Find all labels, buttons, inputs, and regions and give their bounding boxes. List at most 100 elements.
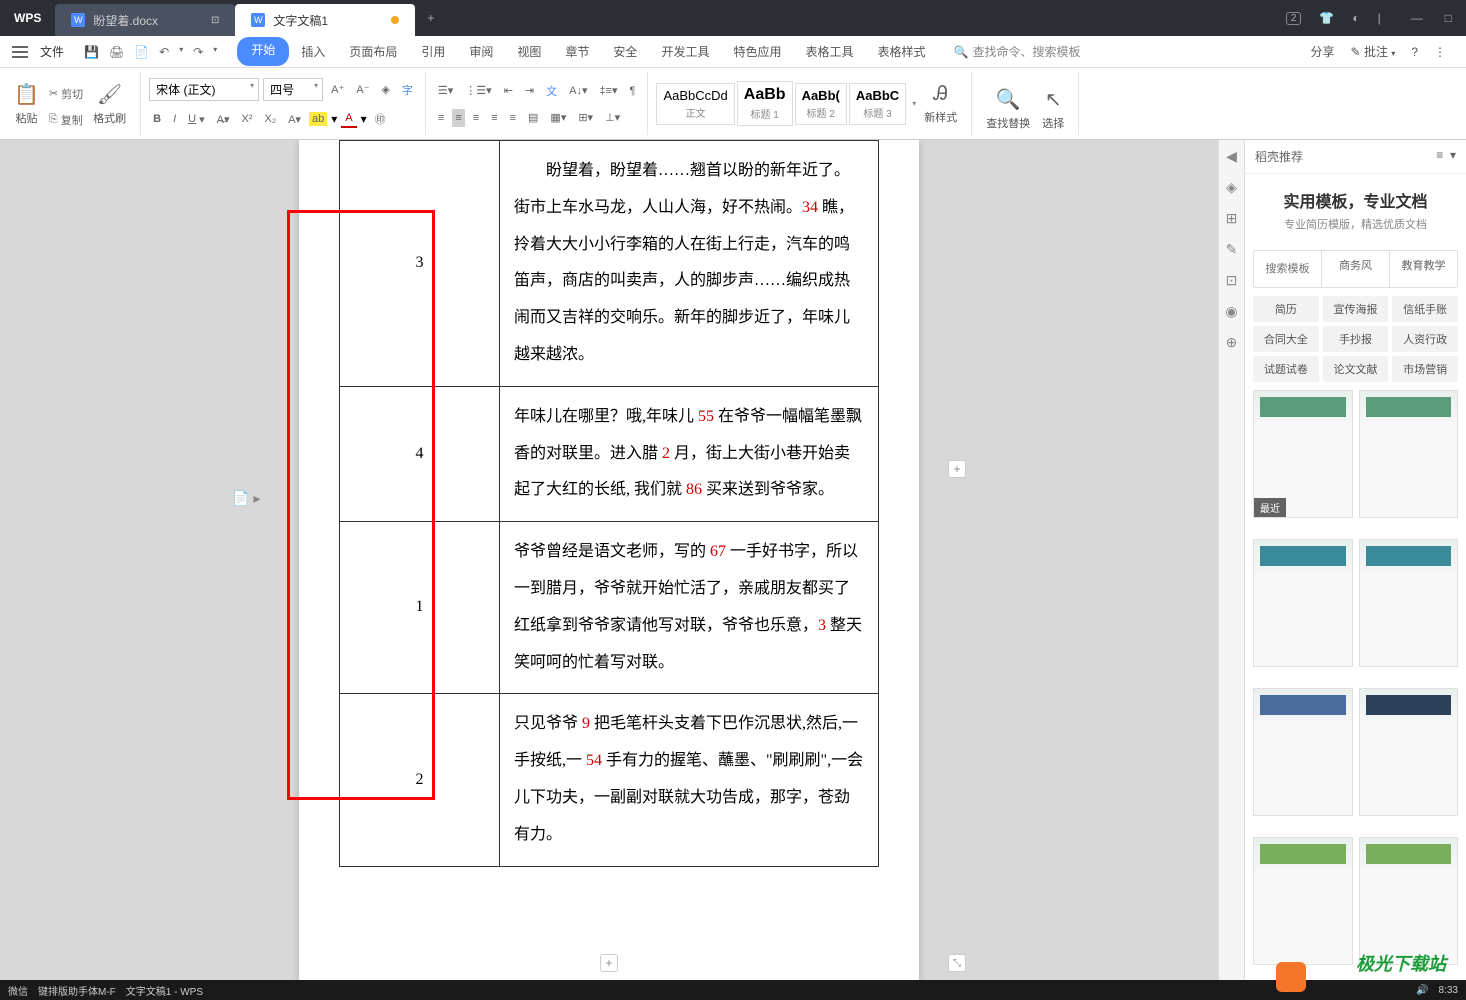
filter-education[interactable]: 教育教学	[1390, 251, 1457, 287]
find-replace-button[interactable]: 🔍查找替换	[980, 72, 1036, 135]
style-heading3[interactable]: AaBbC标题 3	[849, 83, 906, 125]
table-handle-right[interactable]: +	[948, 460, 966, 478]
tag-item[interactable]: 宣传海报	[1323, 296, 1389, 322]
redo-icon[interactable]: ↷	[193, 45, 203, 59]
command-search[interactable]: 🔍 查找命令、搜索模板	[954, 43, 1081, 60]
phonetic-icon[interactable]: 字	[398, 80, 417, 100]
style-heading2[interactable]: AaBb(标题 2	[795, 83, 847, 125]
paste-button[interactable]: 📋 粘贴	[8, 78, 45, 130]
file-menu[interactable]: 文件	[40, 43, 64, 60]
table-resize-handle[interactable]: ⤡	[948, 954, 966, 972]
superscript-icon[interactable]: X²	[237, 111, 256, 127]
template-item[interactable]	[1359, 390, 1459, 518]
panel-menu-icon[interactable]: ≡	[1436, 148, 1443, 162]
tool-icon[interactable]: ⊞	[1226, 210, 1238, 227]
text-effects-icon[interactable]: A▾	[284, 111, 305, 128]
table-cell-num[interactable]: 4	[340, 386, 500, 521]
bold-icon[interactable]: B	[149, 111, 165, 127]
font-size-select[interactable]: 四号	[263, 78, 323, 101]
taskbar-app[interactable]: 微信	[8, 983, 28, 998]
template-item[interactable]	[1359, 837, 1459, 965]
table-cell-text[interactable]: 年味儿在哪里？哦,年味儿 55 在爷爷一幅幅笔墨飘香的对联里。进入腊 2 月，街…	[500, 386, 879, 521]
tag-item[interactable]: 简历	[1253, 296, 1319, 322]
document-table[interactable]: 3 盼望着，盼望着……翘首以盼的新年近了。街市上车水马龙，人山人海，好不热闹。3…	[339, 140, 879, 867]
search-template-input[interactable]	[1254, 251, 1322, 287]
cut-button[interactable]: ✂剪切	[45, 84, 87, 104]
template-item[interactable]	[1253, 539, 1353, 667]
table-cell-text[interactable]: 盼望着，盼望着……翘首以盼的新年近了。街市上车水马龙，人山人海，好不热闹。34 …	[500, 141, 879, 387]
tool-icon[interactable]: ◉	[1225, 303, 1237, 320]
font-color-icon[interactable]: A	[341, 110, 356, 128]
ribbon-tab-tablestyle[interactable]: 表格样式	[865, 37, 937, 66]
taskbar-app[interactable]: 键排版助手体M-F	[38, 983, 116, 998]
filter-business[interactable]: 商务风	[1322, 251, 1390, 287]
ribbon-tab-review[interactable]: 审阅	[457, 37, 505, 66]
template-item[interactable]	[1359, 539, 1459, 667]
tab-file-1[interactable]: W 盼望着.docx ⊡	[55, 4, 235, 36]
clear-format-icon[interactable]: ◈	[377, 81, 393, 98]
tag-item[interactable]: 手抄报	[1323, 326, 1389, 352]
apparel-icon[interactable]: 👕	[1319, 11, 1334, 25]
format-painter-button[interactable]: 🖌 格式刷	[87, 78, 132, 130]
tray-icon[interactable]: 🔊	[1416, 985, 1428, 996]
print-icon[interactable]: 🖨	[109, 45, 124, 59]
save-icon[interactable]: 💾	[84, 45, 99, 59]
ribbon-tab-chapter[interactable]: 章节	[553, 37, 601, 66]
bullets-icon[interactable]: ☰▾	[434, 82, 457, 99]
tag-item[interactable]: 人资行政	[1392, 326, 1458, 352]
tab-add-button[interactable]: +	[415, 11, 446, 25]
ribbon-tab-security[interactable]: 安全	[601, 37, 649, 66]
tag-item[interactable]: 论文文献	[1323, 356, 1389, 382]
taskbar-app[interactable]: 文字文稿1 - WPS	[126, 983, 203, 998]
text-direction-icon[interactable]: 文	[542, 81, 561, 101]
copy-button[interactable]: ⎘复制	[45, 110, 87, 130]
comment-button[interactable]: ✎ 批注 ▾	[1351, 43, 1396, 60]
tab-file-2[interactable]: W 文字文稿1	[235, 4, 415, 36]
collapse-icon[interactable]: ◀	[1226, 148, 1237, 165]
increase-indent-icon[interactable]: ⇥	[521, 82, 538, 99]
table-cell-text[interactable]: 只见爷爷 9 把毛笔杆头支着下巴作沉思状,然后,一手按纸,一 54 手有力的握笔…	[500, 694, 879, 866]
strikethrough-icon[interactable]: A̶▾	[213, 111, 234, 128]
table-cell-text[interactable]: 爷爷曾经是语文老师，写的 67 一手好书字，所以一到腊月，爷爷就开始忙活了，亲戚…	[500, 522, 879, 694]
italic-icon[interactable]: I	[169, 111, 180, 127]
font-name-select[interactable]: 宋体 (正文)	[149, 78, 259, 101]
ribbon-tab-special[interactable]: 特色应用	[721, 37, 793, 66]
style-normal[interactable]: AaBbCcDd正文	[656, 83, 734, 125]
borders-icon[interactable]: ⊞▾	[574, 109, 597, 126]
tool-icon[interactable]: ✎	[1226, 241, 1238, 258]
template-item[interactable]	[1359, 688, 1459, 816]
select-button[interactable]: ↖选择	[1036, 72, 1070, 135]
help-icon[interactable]: ?	[1411, 45, 1418, 59]
tool-icon[interactable]: ◈	[1226, 179, 1237, 196]
tag-item[interactable]: 市场营销	[1392, 356, 1458, 382]
badge-icon[interactable]: 2	[1286, 12, 1302, 25]
shading-icon[interactable]: ▦▾	[546, 109, 570, 126]
numbering-icon[interactable]: ⋮☰▾	[461, 82, 495, 99]
more-icon[interactable]: ⋮	[1434, 45, 1446, 59]
align-right-icon[interactable]: ≡	[469, 110, 483, 126]
tool-icon[interactable]: ⊡	[1226, 272, 1238, 289]
minimize-icon[interactable]: —	[1411, 11, 1423, 25]
align-center-icon[interactable]: ≡	[452, 109, 464, 127]
ribbon-tab-layout[interactable]: 页面布局	[337, 37, 409, 66]
tool-icon[interactable]: ⊕	[1226, 334, 1238, 351]
share-button[interactable]: 分享	[1311, 43, 1335, 60]
maximize-icon[interactable]: □	[1445, 11, 1452, 25]
decrease-indent-icon[interactable]: ⇤	[500, 82, 517, 99]
show-marks-icon[interactable]: ¶	[626, 83, 640, 99]
user-avatar-icon[interactable]: ◐	[1352, 11, 1359, 25]
line-spacing-icon[interactable]: ‡≡▾	[595, 82, 621, 99]
underline-icon[interactable]: U▾	[184, 111, 208, 128]
highlight-icon[interactable]: ab	[309, 112, 327, 126]
align-left-icon[interactable]: ≡	[434, 110, 448, 126]
tab-stop-icon[interactable]: ⊥▾	[601, 109, 624, 126]
tag-item[interactable]: 试题试卷	[1253, 356, 1319, 382]
undo-dropdown-icon[interactable]: ▾	[179, 45, 183, 59]
increase-font-icon[interactable]: A⁺	[327, 81, 348, 98]
template-item[interactable]: 最近	[1253, 390, 1353, 518]
ribbon-tab-references[interactable]: 引用	[409, 37, 457, 66]
document-area[interactable]: 📄 ▸ 3 盼望着，盼望着……翘首以盼的新年近了。街市上车水马龙，人山人海，好不…	[0, 140, 1218, 980]
table-cell-num[interactable]: 2	[340, 694, 500, 866]
redo-dropdown-icon[interactable]: ▾	[213, 45, 217, 59]
template-item[interactable]	[1253, 837, 1353, 965]
